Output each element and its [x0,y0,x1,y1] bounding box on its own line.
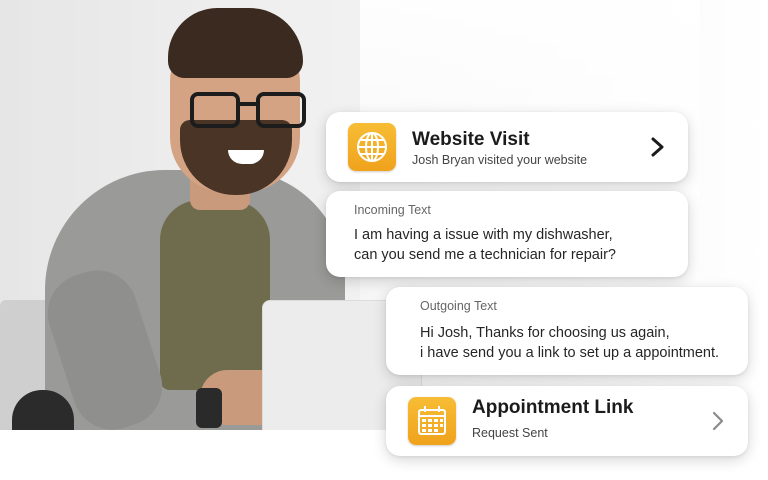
man-using-laptop-photo [0,0,422,450]
outgoing-text-card: Outgoing Text Hi Josh, Thanks for choosi… [386,287,748,375]
incoming-message-line-2: can you send me a technician for repair? [354,247,616,263]
outgoing-text-label: Outgoing Text [420,299,497,313]
incoming-message-line-1: I am having a issue with my dishwasher, [354,227,613,243]
calendar-icon [408,397,456,445]
outgoing-message-line-1: Hi Josh, Thanks for choosing us again, [420,325,670,341]
appointment-link-title: Appointment Link [472,397,634,418]
hair [168,8,303,78]
chevron-right-icon[interactable] [650,136,666,158]
appointment-link-status: Request Sent [472,426,548,440]
lens-left [190,92,240,128]
website-visit-title: Website Visit [412,129,530,150]
wristwatch [196,388,222,428]
website-visit-card[interactable]: Website Visit Josh Bryan visited your we… [326,112,688,182]
website-visit-subtitle: Josh Bryan visited your website [412,153,588,167]
t-shirt [160,200,270,390]
incoming-text-card: Incoming Text I am having a issue with m… [326,191,688,277]
glasses-bridge [238,102,258,106]
outgoing-message-line-2: i have send you a link to set up a appoi… [420,345,720,361]
glasses [190,92,308,128]
incoming-text-label: Incoming Text [354,203,431,217]
globe-icon [348,123,396,171]
lens-right [256,92,306,128]
chevron-right-icon[interactable] [710,410,726,432]
appointment-link-card[interactable]: Appointment Link Request Sent [386,386,748,456]
